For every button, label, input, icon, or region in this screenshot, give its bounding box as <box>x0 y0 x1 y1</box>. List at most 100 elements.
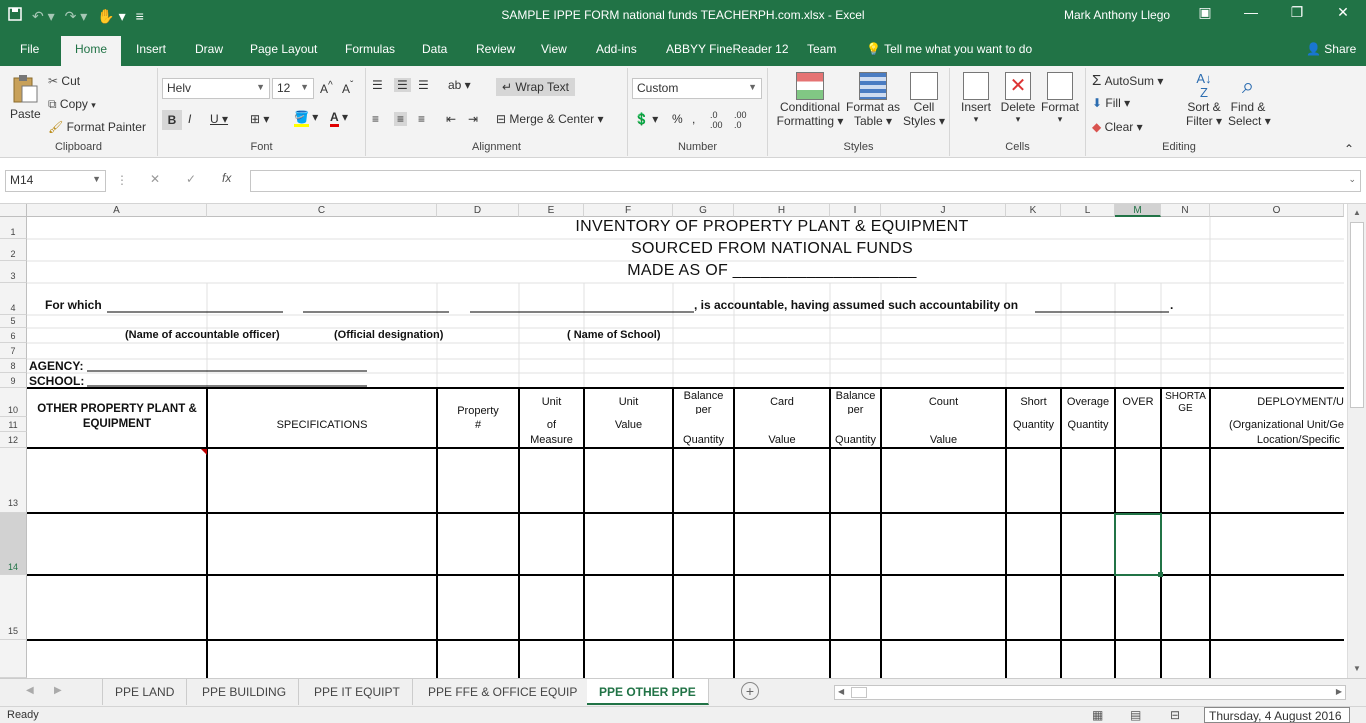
align-left-icon[interactable]: ≡ <box>372 112 379 126</box>
font-size-combo[interactable]: 12 ▼ <box>272 78 314 99</box>
decrease-font-icon[interactable]: Aˇ <box>342 80 353 96</box>
collapse-ribbon-icon[interactable]: ⌃ <box>1344 142 1354 156</box>
column-header-c[interactable]: C <box>207 204 437 217</box>
column-header-l[interactable]: L <box>1061 204 1115 217</box>
sheet-tab-ppe-land[interactable]: PPE LAND <box>102 679 188 705</box>
sheet-tab-ppe-building[interactable]: PPE BUILDING <box>190 679 300 705</box>
increase-decimal-icon[interactable]: .0.00 <box>710 110 723 130</box>
column-header-i[interactable]: I <box>830 204 881 217</box>
scroll-up-icon[interactable]: ▲ <box>1353 208 1361 217</box>
row-header-3[interactable]: 3 <box>0 261 27 283</box>
delete-cells-button[interactable]: ✕ Delete ▾ <box>998 72 1038 125</box>
sort-filter-button[interactable]: A↓ Z Sort & Filter ▾ <box>1186 72 1222 129</box>
number-format-combo[interactable]: Custom ▼ <box>632 78 762 99</box>
user-name[interactable]: Mark Anthony Llego <box>1064 8 1170 22</box>
decrease-decimal-icon[interactable]: .00.0 <box>734 110 747 130</box>
vertical-scrollbar[interactable]: ▲ ▼ <box>1347 204 1366 678</box>
tab-formulas[interactable]: Formulas <box>345 42 395 56</box>
column-header-e[interactable]: E <box>519 204 584 217</box>
font-color-icon[interactable]: A ▾ <box>330 110 348 127</box>
sheet-tab-ppe-other-ppe[interactable]: PPE OTHER PPE <box>587 679 709 705</box>
fill-handle[interactable] <box>1158 572 1163 577</box>
name-box[interactable]: M14 ▼ <box>5 170 106 192</box>
prev-sheet-icon[interactable]: ◀ <box>26 685 34 696</box>
cell-styles-button[interactable]: Cell Styles ▾ <box>902 72 946 128</box>
tell-me-search[interactable]: 💡 Tell me what you want to do <box>866 42 1032 56</box>
row-header-9[interactable]: 9 <box>0 373 27 388</box>
row-header-15[interactable]: 15 <box>0 575 27 640</box>
row-header-1[interactable]: 1 <box>0 217 27 239</box>
row-header-8[interactable]: 8 <box>0 359 27 373</box>
column-header-o[interactable]: O <box>1210 204 1344 217</box>
formula-input[interactable]: ⌄ <box>250 170 1361 192</box>
column-header-j[interactable]: J <box>881 204 1006 217</box>
tab-insert[interactable]: Insert <box>136 42 166 56</box>
orientation-icon[interactable]: ab ▾ <box>448 78 471 92</box>
h-scroll-thumb[interactable] <box>851 687 867 698</box>
percent-icon[interactable]: % <box>672 112 683 126</box>
add-sheet-icon[interactable]: + <box>741 682 759 700</box>
select-all-corner[interactable] <box>0 204 27 217</box>
autosum-button[interactable]: Σ AutoSum ▾ <box>1092 72 1163 89</box>
share-button[interactable]: 👤 Share <box>1306 42 1356 56</box>
underline-button[interactable]: U ▾ <box>210 112 228 126</box>
tab-abbyy[interactable]: ABBYY FineReader 12 <box>666 42 789 56</box>
tab-review[interactable]: Review <box>476 42 515 56</box>
tab-team[interactable]: Team <box>807 42 836 56</box>
scroll-right-icon[interactable]: ▶ <box>1336 687 1342 696</box>
row-header-12[interactable]: 12 <box>0 432 27 448</box>
format-cells-button[interactable]: Format ▾ <box>1040 72 1080 125</box>
increase-font-icon[interactable]: A^ <box>320 80 333 96</box>
cut-button[interactable]: ✂ Cut <box>48 74 80 88</box>
column-header-k[interactable]: K <box>1006 204 1061 217</box>
tab-data[interactable]: Data <box>422 42 447 56</box>
currency-icon[interactable]: 💲 ▾ <box>634 112 658 126</box>
restore-button[interactable]: ❐ <box>1282 4 1312 21</box>
tab-page-layout[interactable]: Page Layout <box>250 42 317 56</box>
worksheet-grid[interactable]: A C D E F G H I J K L M N O 1 2 3 4 5 6 … <box>0 204 1344 678</box>
tab-view[interactable]: View <box>541 42 567 56</box>
cancel-entry-icon[interactable]: ✕ <box>150 172 160 186</box>
row-header-10[interactable]: 10 <box>0 388 27 417</box>
insert-cells-button[interactable]: Insert ▾ <box>956 72 996 125</box>
tab-add-ins[interactable]: Add-ins <box>596 42 637 56</box>
row-header-4[interactable]: 4 <box>0 283 27 315</box>
decrease-indent-icon[interactable]: ⇤ <box>446 112 456 126</box>
increase-indent-icon[interactable]: ⇥ <box>468 112 478 126</box>
font-name-combo[interactable]: Helv ▼ <box>162 78 270 99</box>
align-right-icon[interactable]: ≡ <box>418 112 425 126</box>
clear-button[interactable]: ◆ Clear ▾ <box>1092 120 1143 134</box>
page-layout-view-icon[interactable]: ▤ <box>1130 708 1141 722</box>
insert-function-icon[interactable]: fx <box>222 171 231 185</box>
row-header-5[interactable]: 5 <box>0 315 27 328</box>
scroll-down-icon[interactable]: ▼ <box>1353 664 1361 673</box>
align-top-icon[interactable]: ☰ <box>372 78 383 92</box>
column-header-d[interactable]: D <box>437 204 519 217</box>
format-painter-button[interactable]: 🖌 Format Painter <box>48 120 146 134</box>
paste-button[interactable]: Paste <box>10 74 41 121</box>
tab-draw[interactable]: Draw <box>195 42 223 56</box>
row-header-7[interactable]: 7 <box>0 343 27 359</box>
row-header-14[interactable]: 14 <box>0 513 27 575</box>
close-button[interactable]: ✕ <box>1328 4 1358 21</box>
tab-file[interactable]: File <box>20 42 39 56</box>
row-header-13[interactable]: 13 <box>0 448 27 513</box>
italic-button[interactable]: I <box>188 112 191 126</box>
align-middle-icon[interactable]: ☰ <box>394 78 411 92</box>
align-bottom-icon[interactable]: ☰ <box>418 78 429 92</box>
sheet-tab-ppe-ffe[interactable]: PPE FFE & OFFICE EQUIP <box>416 679 591 705</box>
column-header-g[interactable]: G <box>673 204 734 217</box>
enter-entry-icon[interactable]: ✓ <box>186 172 196 186</box>
find-select-button[interactable]: ⌕ Find & Select ▾ <box>1228 72 1271 128</box>
column-header-f[interactable]: F <box>584 204 673 217</box>
format-as-table-button[interactable]: Format as Table ▾ <box>846 72 900 128</box>
minimize-button[interactable]: — <box>1236 4 1266 20</box>
column-header-n[interactable]: N <box>1161 204 1210 217</box>
copy-button[interactable]: ⧉ Copy ▾ <box>48 97 96 112</box>
column-header-h[interactable]: H <box>734 204 830 217</box>
scroll-thumb[interactable] <box>1350 222 1364 408</box>
borders-icon[interactable]: ⊞ ▾ <box>250 112 269 126</box>
bold-button[interactable]: B <box>162 110 182 130</box>
tab-home[interactable]: Home <box>61 36 122 66</box>
row-header-6[interactable]: 6 <box>0 328 27 343</box>
